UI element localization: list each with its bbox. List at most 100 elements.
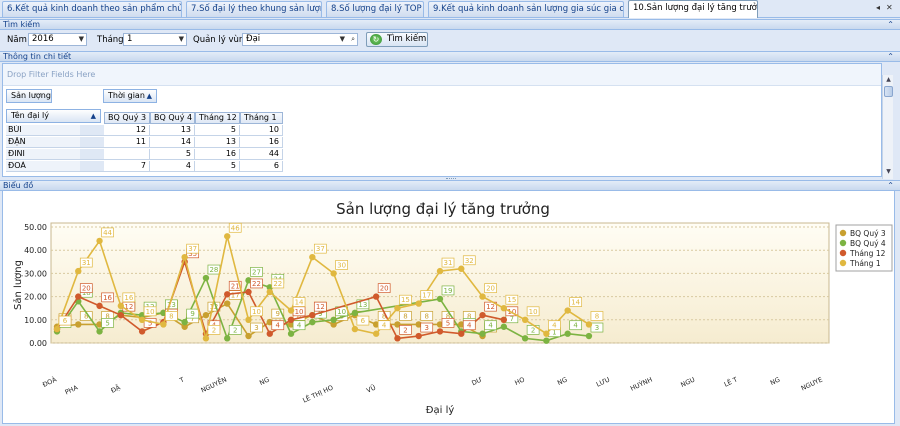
x-tick-label: LƯU: [595, 375, 611, 388]
collapse-icon[interactable]: ⌃: [887, 52, 894, 61]
tab-close-icon[interactable]: ✕: [886, 3, 893, 12]
data-point: [309, 318, 316, 326]
data-label: 2: [233, 326, 237, 334]
data-label: 19: [444, 287, 453, 295]
data-label: 3: [595, 324, 599, 332]
legend-label: Tháng 12: [849, 249, 886, 258]
table-cell[interactable]: 5: [195, 125, 240, 136]
legend-label: BQ Quý 4: [850, 239, 886, 248]
year-select[interactable]: 2016 ▼: [28, 33, 87, 46]
table-cell[interactable]: 11: [104, 137, 150, 148]
data-point: [138, 328, 146, 335]
month-select[interactable]: 1 ▼: [123, 33, 187, 46]
data-point: [415, 332, 422, 340]
column-field-button[interactable]: Thời gian ▲: [103, 89, 157, 103]
legend-label: BQ Quý 3: [850, 229, 886, 238]
data-point: [500, 323, 508, 330]
row-expand-cell[interactable]: [80, 137, 104, 148]
data-point: [287, 316, 295, 323]
tab-6[interactable]: 6.Kết quả kinh doanh theo sản phẩm chủ l…: [2, 1, 182, 17]
tab-7[interactable]: 7.Số đại lý theo khung sản lượng: [186, 1, 322, 17]
data-point: [224, 291, 231, 298]
x-tick-label: DƯ: [470, 375, 483, 387]
tab-scroll-left-icon[interactable]: ◂: [876, 3, 880, 12]
data-point: [138, 316, 146, 323]
scroll-up-icon[interactable]: ▲: [884, 76, 893, 85]
data-label: 15: [507, 296, 516, 304]
data-label: 14: [571, 299, 580, 307]
x-tick-label: LÊ T: [722, 375, 738, 389]
column-header[interactable]: Tháng 1: [240, 112, 283, 124]
filter-placeholder: Drop Filter Fields Here: [7, 70, 96, 79]
data-label: 8: [403, 312, 407, 320]
row-header[interactable]: ĐOÀ: [6, 161, 80, 172]
vertical-scrollbar[interactable]: ▲ ▼: [882, 75, 893, 179]
table-cell[interactable]: 16: [195, 149, 240, 160]
data-point: [372, 330, 380, 337]
chevron-down-icon[interactable]: ▼: [340, 34, 345, 45]
data-label: 20: [486, 285, 495, 293]
table-cell[interactable]: 12: [104, 125, 150, 136]
y-tick-label: 40.00: [24, 246, 47, 255]
search-button-label: Tìm kiếm: [387, 34, 427, 44]
table-cell[interactable]: 13: [150, 125, 195, 136]
column-header[interactable]: BQ Quý 4: [150, 112, 195, 124]
row-header[interactable]: ĐINI: [6, 149, 80, 160]
column-header[interactable]: Tháng 12: [195, 112, 240, 124]
table-cell[interactable]: 13: [195, 137, 240, 148]
scroll-down-icon[interactable]: ▼: [884, 168, 893, 177]
search-button[interactable]: ↻ Tìm kiếm: [366, 32, 428, 47]
data-point: [96, 302, 103, 310]
region-select[interactable]: Đại ▼ ⌕: [242, 33, 358, 46]
data-point: [394, 305, 401, 312]
scroll-thumb[interactable]: [884, 86, 893, 97]
table-cell[interactable]: [104, 149, 150, 160]
tab-9[interactable]: 9.Kết quả kinh doanh sản lượng gia súc g…: [428, 1, 624, 17]
data-label: 31: [82, 259, 91, 267]
table-cell[interactable]: 4: [150, 161, 195, 172]
sort-icon[interactable]: ▲: [91, 110, 96, 122]
table-cell[interactable]: 10: [240, 125, 283, 136]
data-point: [202, 335, 210, 342]
data-point: [266, 288, 273, 296]
refresh-icon: ↻: [370, 34, 382, 45]
tab-10[interactable]: 10.Sản lượng đại lý tăng trưởng: [628, 0, 758, 18]
data-point: [585, 321, 593, 328]
row-header[interactable]: ĐẶN: [6, 137, 80, 148]
row-field-button[interactable]: Tên đại lý ▲: [6, 109, 101, 123]
data-field-button[interactable]: Sản lượng: [6, 89, 52, 103]
row-expand-cell[interactable]: [80, 149, 104, 160]
table-cell[interactable]: 44: [240, 149, 283, 160]
data-label: 21: [231, 282, 240, 290]
x-tick-label: NGU: [680, 375, 697, 389]
table-cell[interactable]: 14: [150, 137, 195, 148]
column-header[interactable]: BQ Quý 3: [104, 112, 150, 124]
table-cell[interactable]: 16: [240, 137, 283, 148]
x-tick-label: NG: [258, 376, 270, 387]
data-label: 10: [146, 308, 155, 316]
data-label: 2: [403, 326, 407, 334]
data-point: [543, 330, 550, 337]
data-point: [224, 335, 231, 342]
collapse-icon[interactable]: ⌃: [887, 181, 894, 190]
table-cell[interactable]: 5: [150, 149, 195, 160]
chevron-down-icon[interactable]: ▼: [79, 34, 84, 45]
chevron-down-icon[interactable]: ▼: [179, 34, 184, 45]
row-field-label: Tên đại lý: [11, 111, 49, 120]
row-header[interactable]: BÙI: [6, 125, 80, 136]
search-section-header[interactable]: Tìm kiếm ⌃: [0, 19, 900, 30]
x-tick-label: NGUYỄN: [199, 374, 228, 395]
table-cell[interactable]: 6: [240, 161, 283, 172]
tab-8[interactable]: 8.Số lượng đại lý TOP 5: [326, 1, 424, 17]
row-expand-cell[interactable]: [80, 161, 104, 172]
sort-icon[interactable]: ▲: [147, 90, 152, 102]
data-label: 8: [169, 312, 173, 320]
filter-drop-zone[interactable]: Drop Filter Fields Here: [3, 64, 881, 86]
search-icon[interactable]: ⌕: [351, 34, 355, 45]
collapse-icon[interactable]: ⌃: [887, 20, 894, 29]
data-label: 15: [401, 296, 410, 304]
detail-section-header[interactable]: Thông tin chi tiết ⌃: [0, 51, 900, 62]
table-cell[interactable]: 5: [195, 161, 240, 172]
table-cell[interactable]: 7: [104, 161, 150, 172]
row-expand-cell[interactable]: [80, 125, 104, 136]
